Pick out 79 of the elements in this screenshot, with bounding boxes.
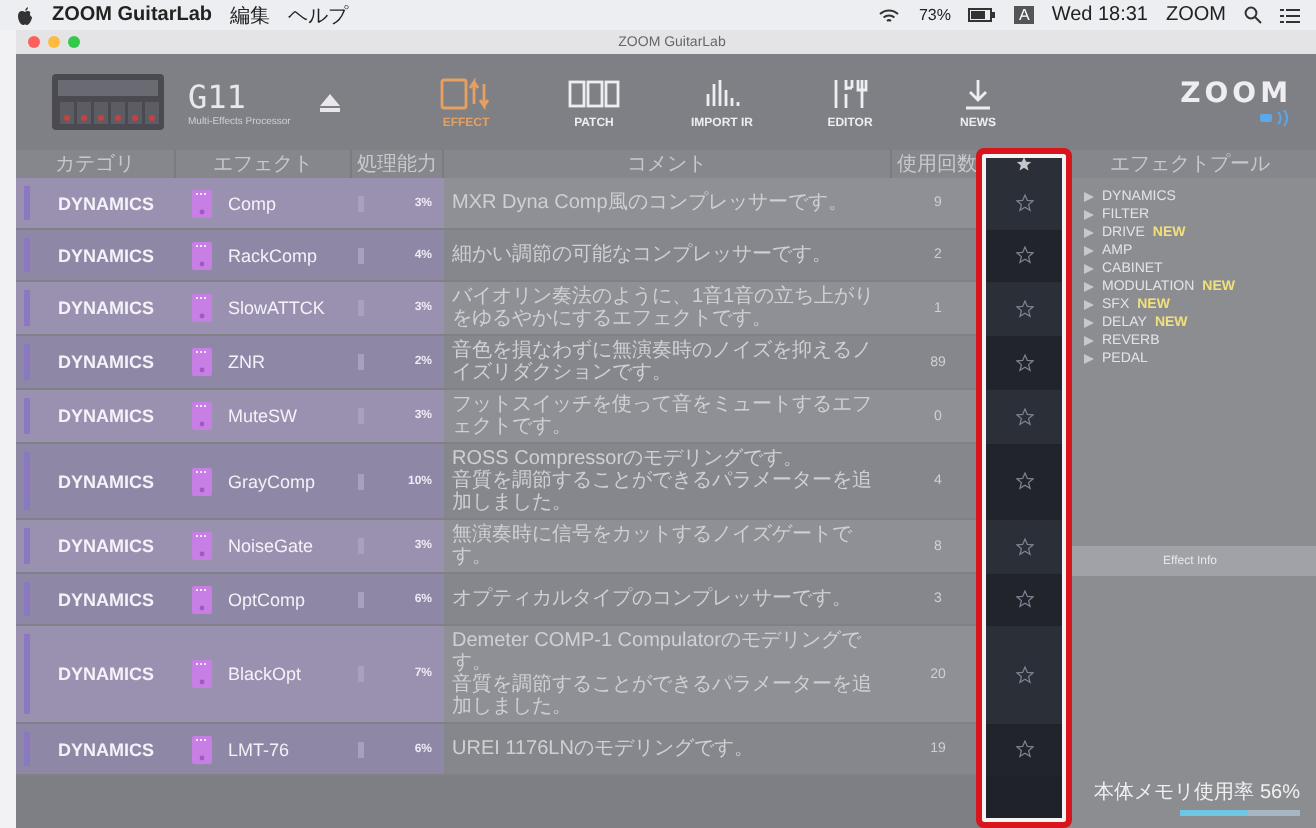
comment-text: 無演奏時に信号をカットするノイズゲートです。 [452, 524, 854, 568]
star-icon[interactable] [1015, 407, 1033, 425]
search-icon[interactable] [1244, 6, 1262, 24]
pedal-icon [192, 585, 212, 613]
comment-text: 音質を調節することができるパラメーターを追加しました。 [452, 674, 874, 718]
pedal-arrows-icon [440, 75, 492, 111]
star-icon[interactable] [1015, 665, 1033, 683]
apple-icon[interactable] [16, 5, 34, 25]
app-menu[interactable]: ZOOM GuitarLab [52, 4, 212, 26]
eject-icon[interactable] [320, 93, 340, 111]
star-header-icon[interactable] [1015, 156, 1031, 172]
star-icon[interactable] [1015, 537, 1033, 555]
pedal-icon [192, 348, 212, 376]
clock[interactable]: Wed 18:31 [1051, 4, 1148, 26]
comment-text: 細かい調節の可能なコンプレッサーです。 [452, 244, 832, 266]
menu-item[interactable]: ヘルプ [288, 1, 348, 29]
pedal-icon [192, 735, 212, 763]
effect-name[interactable]: RackComp [228, 245, 318, 265]
star-icon[interactable] [1015, 740, 1033, 758]
pedal-chain-icon [568, 75, 620, 111]
comment-text: バイオリン奏法のように、1音1音の立ち上がりをゆるやかにするエフェクトです。 [452, 286, 877, 330]
star-icon[interactable] [1015, 590, 1033, 608]
user-menu[interactable]: ZOOM [1166, 4, 1226, 26]
effect-name[interactable]: MuteSW [228, 406, 298, 426]
comment-text: UREI 1176LNのモデリングです。 [452, 738, 754, 760]
star-icon[interactable] [1015, 246, 1033, 264]
column-header[interactable]: カテゴリ [16, 150, 176, 178]
star-icon[interactable] [1015, 353, 1033, 371]
effect-name[interactable]: Comp [228, 193, 277, 213]
comment-text: 音質を調節することができるパラメーターを追加しました。 [452, 470, 874, 514]
category-cell-text: DYNAMICS [56, 589, 155, 609]
device-model: G11 [188, 77, 248, 115]
pedal-icon [192, 294, 212, 322]
column-header[interactable]: エフェクト [176, 150, 352, 178]
wifi-icon[interactable] [878, 7, 901, 23]
effect-name[interactable]: GrayComp [228, 471, 316, 491]
category-cell-text: DYNAMICS [56, 245, 155, 265]
comment-text: Demeter COMP-1 Compulatorのモデリングです。 [452, 630, 863, 674]
star-icon[interactable] [1015, 194, 1033, 212]
star-icon[interactable] [1015, 472, 1033, 490]
list-icon[interactable] [1280, 7, 1300, 23]
pedal-icon [192, 241, 212, 269]
category-cell-text: DYNAMICS [56, 193, 155, 213]
comment-text: フットスイッチを使って音をミュートするエフェクトです。 [452, 394, 874, 438]
effect-name[interactable]: BlackOpt [228, 664, 302, 684]
star-icon[interactable] [1015, 299, 1033, 317]
battery-percent: 73% [918, 6, 951, 24]
category-cell-text: DYNAMICS [56, 471, 155, 491]
category-cell-text: DYNAMICS [56, 352, 155, 372]
category-cell-text: DYNAMICS [56, 298, 155, 318]
menu-item[interactable]: 編集 [230, 1, 270, 29]
battery-icon[interactable] [968, 8, 997, 22]
memory-usage-label: 本体メモリ使用率 56% [1094, 779, 1300, 806]
pedal-icon [192, 467, 212, 495]
effect-name[interactable]: NoiseGate [228, 536, 314, 556]
category-cell-text: DYNAMICS [56, 664, 155, 684]
category-cell-text: DYNAMICS [56, 406, 155, 426]
column-header[interactable]: 処理能力 [352, 150, 444, 178]
effect-name[interactable]: ZNR [228, 352, 265, 372]
brand-logo: ZOOM [1180, 78, 1292, 110]
comment-text: MXR Dyna Comp風のコンプレッサーです。 [452, 192, 848, 214]
comment-text: 音色を損なわずに無演奏時のノイズを抑えるノイズリダクションです。 [452, 340, 874, 384]
pedal-icon [192, 660, 212, 688]
comment-text: ROSS Compressorのモデリングです。 [452, 448, 806, 470]
column-header[interactable]: 使用回数 [892, 150, 984, 178]
effect-name[interactable]: OptComp [228, 589, 306, 609]
device-drawing [52, 74, 164, 130]
wireless-icon [1260, 110, 1292, 126]
column-header[interactable]: コメント [444, 150, 892, 178]
pool-header: エフェクトプール [1064, 150, 1316, 178]
pedal-icon [192, 189, 212, 217]
effect-name[interactable]: LMT-76 [228, 739, 290, 759]
pedal-icon [192, 532, 212, 560]
close-icon[interactable] [28, 36, 40, 48]
input-source[interactable]: A [1014, 6, 1034, 24]
category-cell-text: DYNAMICS [56, 536, 155, 556]
comment-text: オプティカルタイプのコンプレッサーです。 [452, 588, 852, 610]
pedal-icon [192, 402, 212, 430]
category-cell-text: DYNAMICS [56, 739, 155, 759]
